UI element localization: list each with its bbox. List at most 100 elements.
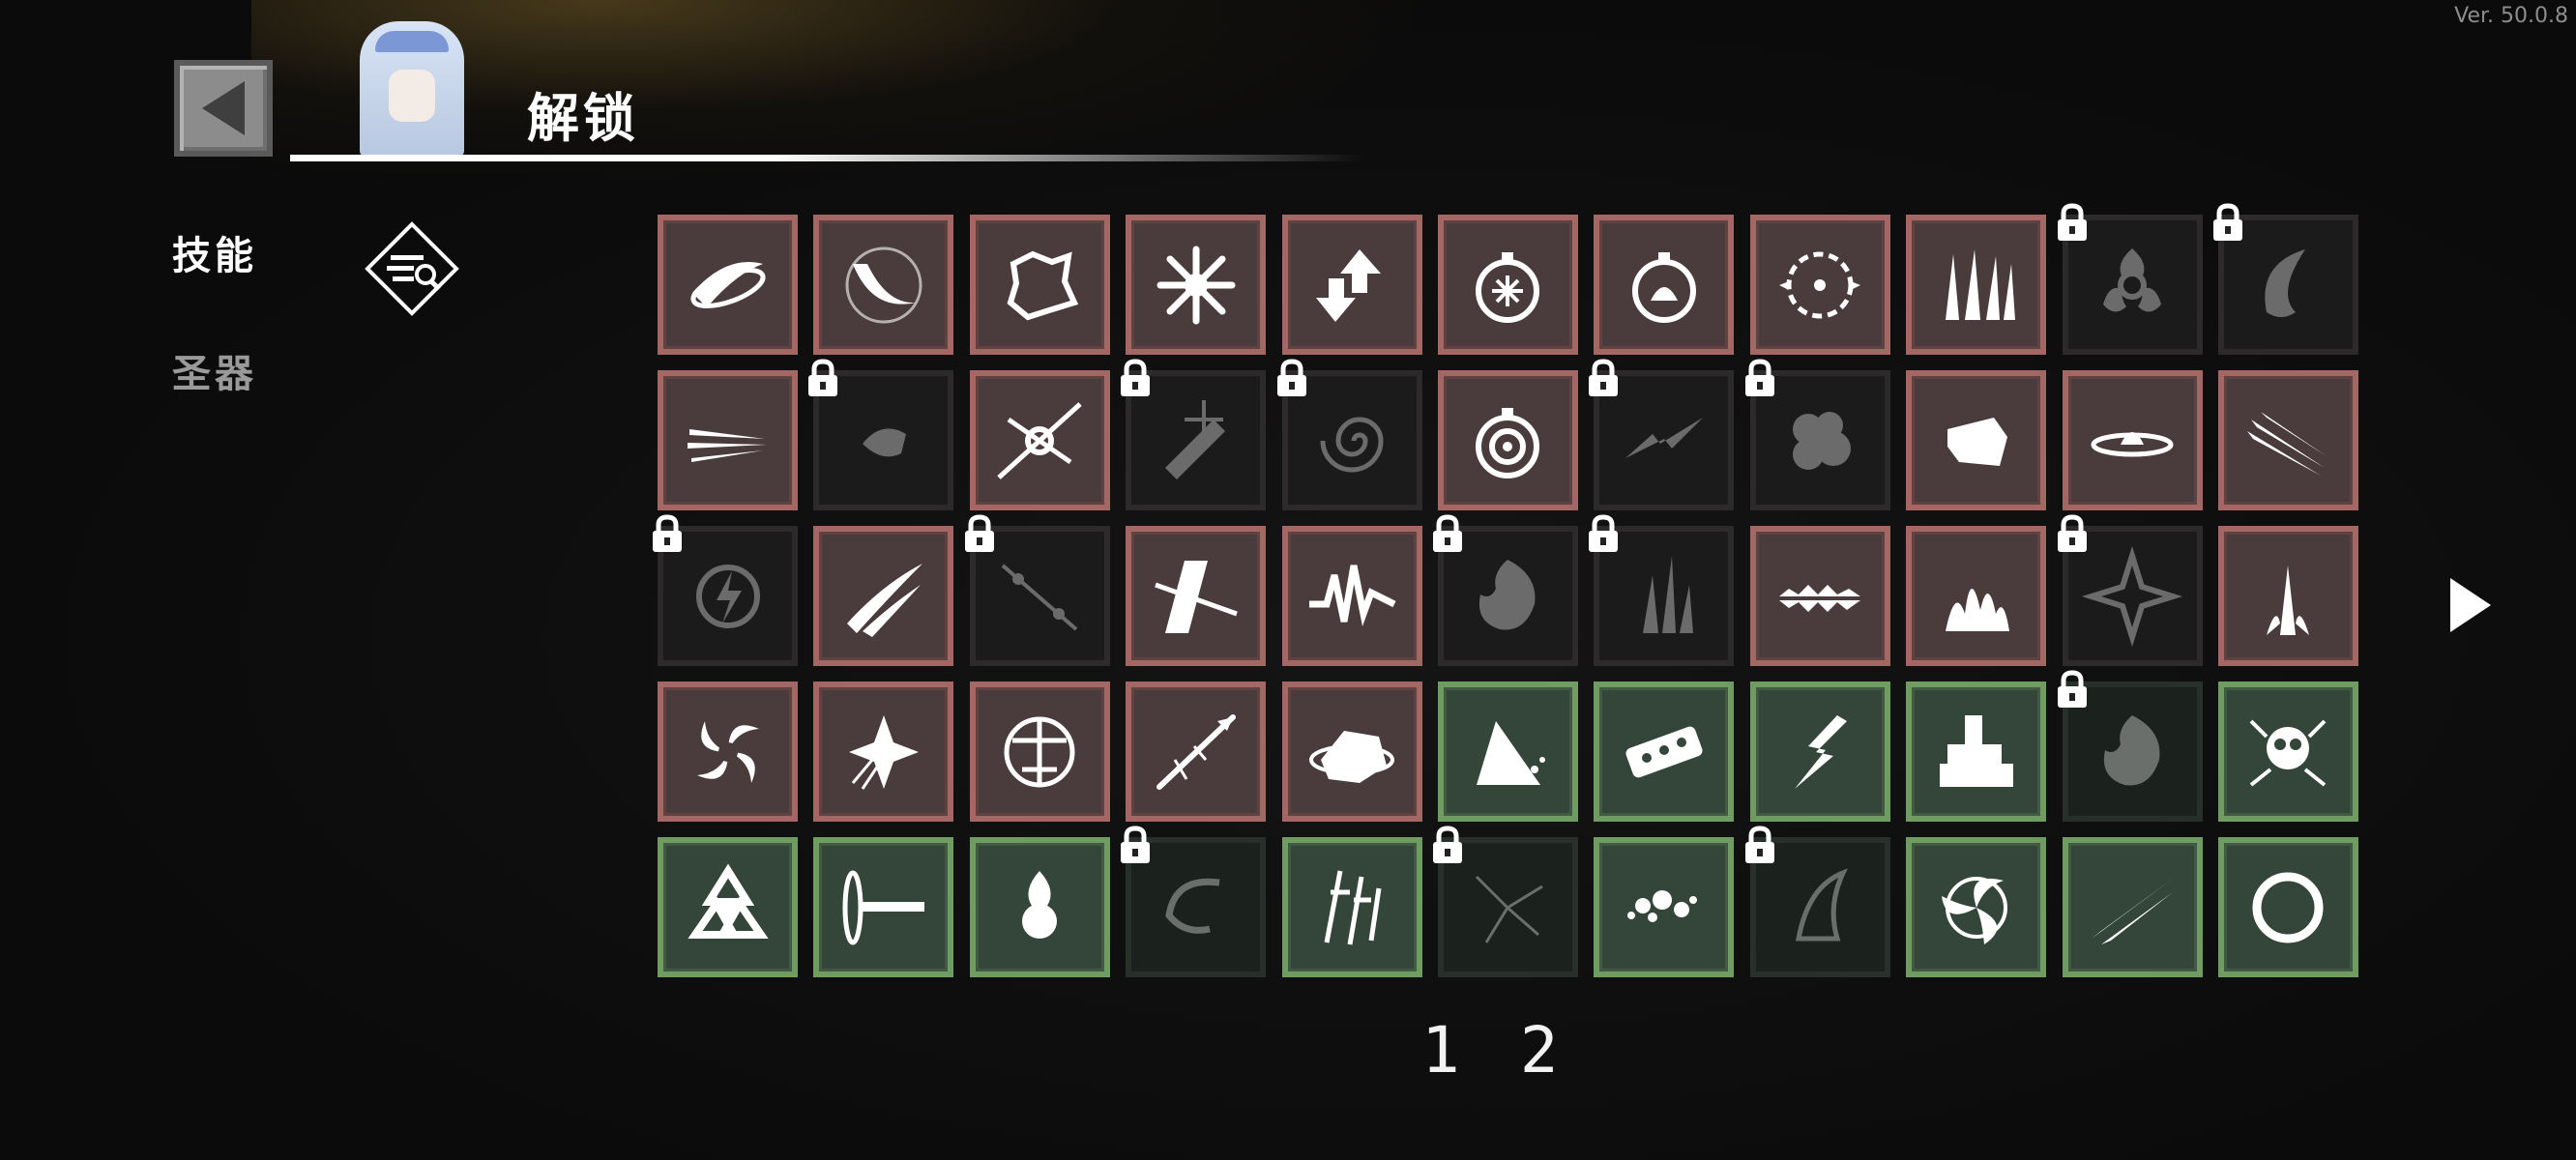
skill-slot[interactable] [813,526,954,666]
skill-slot[interactable] [1281,215,1422,355]
skill-slot[interactable] [2217,682,2358,822]
skill-slot-frame [1594,215,1735,355]
skill-slot-frame [1906,370,2047,510]
skill-slot-frame [1749,526,1890,666]
page-1-button[interactable]: 1 [1421,1013,1460,1088]
arrow-icon [1156,713,1236,790]
version-label: Ver. 50.0.8 [2454,4,2568,28]
skill-slot-frame [1281,526,1422,666]
skill-slot[interactable] [813,215,954,355]
skill-slot[interactable] [2057,514,2203,666]
skill-slot-frame [2062,837,2203,977]
skill-slot[interactable] [1744,359,1890,510]
skill-slot[interactable] [1906,215,2047,355]
claw-dash-icon [687,428,767,462]
skill-slot[interactable] [2062,837,2203,977]
lock-icon [1432,826,1462,863]
eruption-icon [2267,565,2310,635]
arrow-right-icon[interactable] [2450,578,2491,632]
skill-slot[interactable] [2217,526,2358,666]
skill-slot[interactable] [658,682,798,822]
skill-slot-frame [1906,526,2047,666]
skill-slot[interactable] [1594,837,1735,977]
skill-slot[interactable] [2217,837,2358,977]
skill-slot[interactable] [1906,526,2047,666]
skill-slot[interactable] [1126,215,1267,355]
skill-slot-frame [2217,370,2358,510]
dice-icon [1625,726,1703,777]
skill-slot[interactable] [1432,826,1578,977]
skill-slot[interactable] [1281,526,1422,666]
skill-slot-frame [658,682,798,822]
filter-search-icon[interactable] [364,220,460,317]
skill-slot[interactable] [1594,215,1735,355]
skill-slot[interactable] [658,837,798,977]
skill-slot[interactable] [813,682,954,822]
skill-slot[interactable] [1126,682,1267,822]
skill-slot[interactable] [1906,682,2047,822]
skill-slot-frame [813,526,954,666]
lock-icon [2057,203,2087,241]
laser-icon [1001,563,1078,631]
skill-slot[interactable] [813,837,954,977]
skill-slot[interactable] [1906,837,2047,977]
skill-slot[interactable] [1749,526,1890,666]
skill-slot[interactable] [1276,359,1422,510]
skill-slot[interactable] [2057,203,2203,355]
skill-slot[interactable] [2212,203,2358,355]
skill-slot-frame [1281,215,1422,355]
blade-icon [842,870,924,944]
skill-slot-frame [1437,215,1578,355]
skill-slot[interactable] [969,370,1110,510]
skill-slot[interactable] [1589,359,1735,510]
tab-skills[interactable]: 技能 [172,224,257,280]
skill-slot[interactable] [1906,370,2047,510]
skill-slot[interactable] [969,837,1110,977]
claw-slash-icon [846,563,922,637]
wing-icon [1796,867,1849,941]
skill-slot[interactable] [1437,370,1578,510]
skill-slot[interactable] [969,215,1110,355]
skill-slot[interactable] [964,514,1110,666]
skill-slot[interactable] [808,359,954,510]
skill-slot[interactable] [653,514,798,666]
lock-icon [1276,359,1306,396]
skill-grid [653,203,2358,977]
skill-slot[interactable] [1432,514,1578,666]
skill-slot[interactable] [1749,682,1890,822]
smoke-icon [1793,411,1852,470]
page-2-button[interactable]: 2 [1520,1013,1559,1088]
tab-relics[interactable]: 圣器 [172,342,257,398]
jaws-icon [1779,584,1861,612]
cross-slash-icon [1154,560,1238,633]
skill-slot-frame [658,837,798,977]
skill-slot[interactable] [1744,826,1890,977]
biohazard-burst-icon [2103,247,2162,312]
skill-slot[interactable] [1281,837,1422,977]
back-button[interactable] [174,60,273,157]
lock-icon [1121,359,1151,396]
skill-slot[interactable] [1437,215,1578,355]
skill-slot[interactable] [1281,682,1422,822]
skill-slot[interactable] [1594,682,1735,822]
skill-slot[interactable] [1126,526,1267,666]
skill-slot[interactable] [1749,215,1890,355]
skill-slot-frame [1126,526,1267,666]
skill-slot[interactable] [2062,370,2203,510]
skill-slot[interactable] [658,215,798,355]
skill-slot[interactable] [2057,670,2203,822]
skill-slot[interactable] [1121,826,1267,977]
skill-slot[interactable] [1589,514,1735,666]
skill-slot[interactable] [658,370,798,510]
skill-slot[interactable] [1121,359,1267,510]
skill-slot[interactable] [969,682,1110,822]
scatter-icon [1626,889,1697,922]
lock-icon [2212,203,2242,241]
skill-slot[interactable] [2217,370,2358,510]
skill-slot-frame [658,370,798,510]
skill-slot[interactable] [1437,682,1578,822]
ring-icon [2252,872,2324,942]
flame-pillar-icon [1945,588,2009,631]
flame-burst-icon [2103,714,2160,785]
skill-slot-frame [2217,837,2358,977]
